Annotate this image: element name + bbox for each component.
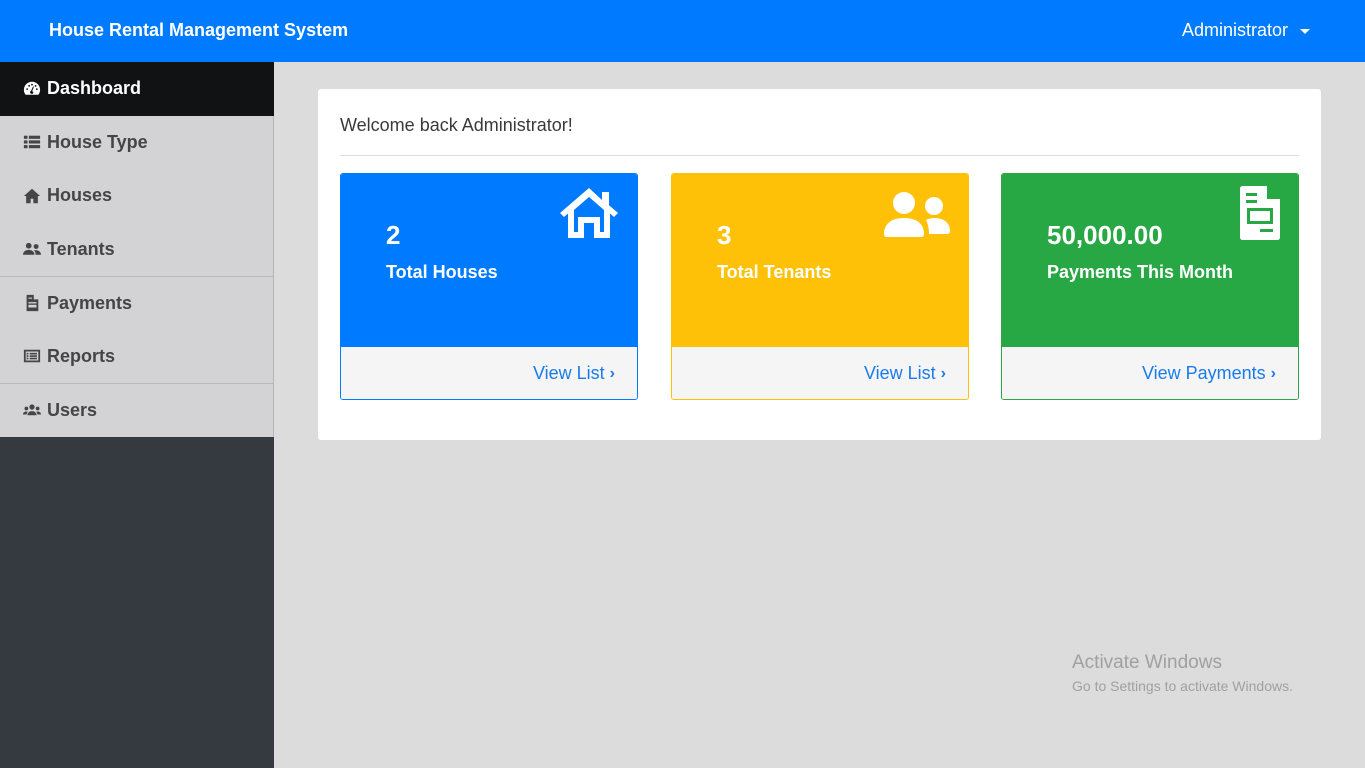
users-icon xyxy=(22,401,42,419)
sidebar-item-label: Dashboard xyxy=(47,78,142,99)
view-list-tenants-link[interactable]: View List › xyxy=(864,363,946,384)
home-icon xyxy=(22,187,42,205)
view-payments-link[interactable]: View Payments › xyxy=(1142,363,1276,384)
home-icon xyxy=(559,186,619,240)
sidebar-item-tenants[interactable]: Tenants xyxy=(0,222,274,276)
divider xyxy=(340,155,1299,156)
stat-value: 2 xyxy=(386,220,401,250)
file-invoice-icon xyxy=(22,294,42,312)
sidebar-item-house-type[interactable]: House Type xyxy=(0,115,274,169)
top-navbar: House Rental Management System Administr… xyxy=(0,0,1365,62)
sidebar-item-dashboard[interactable]: Dashboard xyxy=(0,62,274,116)
watermark-subtitle: Go to Settings to activate Windows. xyxy=(1072,678,1293,694)
file-invoice-icon xyxy=(1240,186,1280,240)
sidebar-item-label: Tenants xyxy=(47,238,115,259)
watermark-title: Activate Windows xyxy=(1072,652,1222,673)
sidebar: Dashboard House Type Houses Tenants Paym… xyxy=(0,62,274,768)
caret-down-icon xyxy=(1300,28,1311,34)
total-tenants-card: 3 Total Tenants View List › xyxy=(671,173,969,400)
stat-value: 50,000.00 xyxy=(1047,220,1163,250)
sidebar-item-label: House Type xyxy=(47,131,148,152)
total-houses-card: 2 Total Houses View List › xyxy=(340,173,638,400)
list-icon xyxy=(22,133,42,151)
sidebar-item-houses[interactable]: Houses xyxy=(0,169,274,223)
windows-activation-watermark: Activate Windows Go to Settings to activ… xyxy=(1072,652,1293,694)
sidebar-item-label: Reports xyxy=(47,345,116,366)
account-label: Administrator xyxy=(1182,20,1289,40)
stat-label: Payments This Month xyxy=(1047,262,1234,282)
user-friends-icon xyxy=(22,240,42,258)
chevron-right-icon: › xyxy=(1270,364,1276,382)
welcome-message: Welcome back Administrator! xyxy=(340,115,573,135)
tachometer-icon xyxy=(22,80,42,98)
sidebar-item-label: Payments xyxy=(47,292,133,313)
list-alt-icon xyxy=(22,347,42,365)
stat-label: Total Tenants xyxy=(717,262,832,282)
view-list-houses-link[interactable]: View List › xyxy=(533,363,615,384)
account-dropdown[interactable]: Administrator xyxy=(1182,20,1311,41)
dashboard-card: Welcome back Administrator! 2 Total Hous… xyxy=(318,89,1321,440)
chevron-right-icon: › xyxy=(940,364,946,382)
sidebar-item-payments[interactable]: Payments xyxy=(0,276,274,330)
sidebar-item-label: Houses xyxy=(47,185,113,206)
sidebar-item-reports[interactable]: Reports xyxy=(0,329,274,383)
chevron-right-icon: › xyxy=(609,364,615,382)
stat-value: 3 xyxy=(717,220,732,250)
stat-label: Total Houses xyxy=(386,262,498,282)
sidebar-item-label: Users xyxy=(47,399,98,420)
app-title[interactable]: House Rental Management System xyxy=(49,20,348,41)
sidebar-item-users[interactable]: Users xyxy=(0,383,274,437)
payments-month-card: 50,000.00 Payments This Month View Payme… xyxy=(1001,173,1299,400)
user-friends-icon xyxy=(884,190,950,238)
